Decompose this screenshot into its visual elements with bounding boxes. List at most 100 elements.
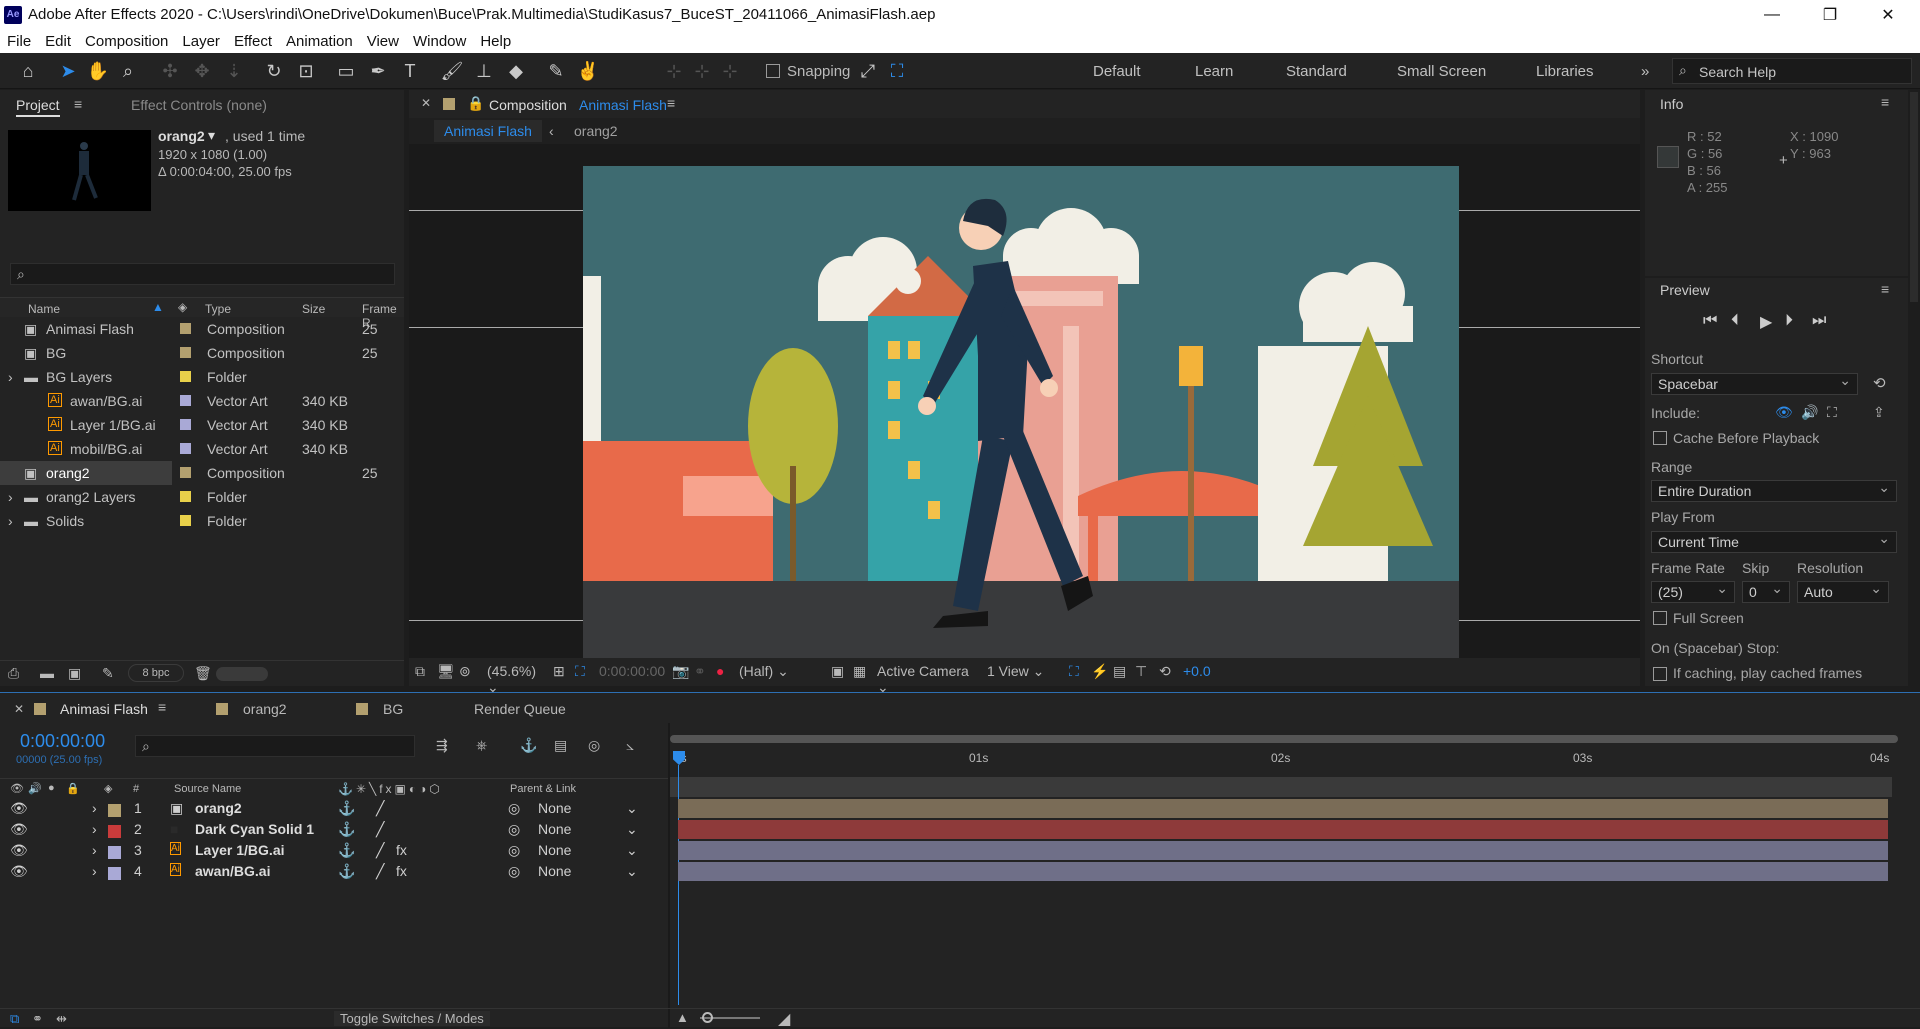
expand-chevron-icon[interactable]: › <box>92 821 97 837</box>
timeline-tab-bg[interactable]: BG <box>383 701 403 717</box>
transfer-controls-icon[interactable]: ⚭ <box>32 1011 43 1027</box>
expand-chevron-icon[interactable]: › <box>8 513 13 529</box>
next-frame-icon[interactable]: ⏵ <box>1785 312 1793 330</box>
workspace-libraries[interactable]: Libraries <box>1536 63 1594 80</box>
menu-window[interactable]: Window <box>406 33 473 50</box>
hand-tool-icon[interactable]: ✋ <box>86 59 110 83</box>
tab-project[interactable]: Project <box>16 97 60 117</box>
full-screen-checkbox[interactable] <box>1653 611 1667 625</box>
reset-exposure-icon[interactable]: ⟲ <box>1159 663 1171 680</box>
first-frame-icon[interactable]: ⏮ <box>1703 312 1717 330</box>
work-area-bar[interactable] <box>670 735 1898 743</box>
label-color-swatch[interactable] <box>180 515 191 526</box>
show-snapshot-icon[interactable]: ⚭ <box>694 663 706 680</box>
skip-dropdown[interactable]: 0 <box>1742 580 1790 603</box>
panel-menu-icon[interactable]: ≡ <box>74 96 82 112</box>
parent-dropdown[interactable]: None <box>538 800 571 816</box>
rectangle-tool-icon[interactable]: ▭ <box>334 59 358 83</box>
view-axis-icon[interactable]: ⊹ <box>718 59 742 83</box>
label-color-swatch[interactable] <box>180 347 191 358</box>
col-parent-link[interactable]: Parent & Link <box>510 783 576 795</box>
shy-switch-icon[interactable]: ⚓ <box>338 800 355 817</box>
trash-icon[interactable]: 🗑 <box>194 665 212 682</box>
project-item[interactable]: › ▬ orang2 Layers Folder <box>0 485 380 509</box>
fx-switch-icon[interactable]: fx <box>396 863 407 879</box>
orbit-camera-icon[interactable]: ✣ <box>158 59 182 83</box>
view-layout-dropdown[interactable]: 1 View ⌄ <box>987 663 1059 680</box>
vr-icon[interactable]: ⊚ <box>459 663 471 680</box>
lock-icon[interactable]: 🔒 <box>467 95 484 112</box>
label-color-swatch[interactable] <box>180 395 191 406</box>
region-icon[interactable]: ⛶ <box>575 663 585 680</box>
always-preview-icon[interactable]: ⧉ <box>415 663 425 680</box>
cache-checkbox[interactable] <box>1653 431 1667 445</box>
restore-icon[interactable]: ❐ <box>1801 0 1859 29</box>
project-item[interactable]: ▣ Animasi Flash Composition 25 <box>0 317 380 341</box>
eye-icon[interactable]: 👁 <box>10 821 28 838</box>
expand-chevron-icon[interactable]: › <box>92 863 97 879</box>
prev-frame-icon[interactable]: ⏴ <box>1731 312 1739 330</box>
pickwhip-icon[interactable]: ◎ <box>508 800 520 817</box>
menu-layer[interactable]: Layer <box>175 33 227 50</box>
workspace-learn[interactable]: Learn <box>1195 63 1233 80</box>
grid-icon[interactable]: ⊞ <box>553 663 565 680</box>
more-workspaces-icon[interactable]: » <box>1641 63 1649 80</box>
workspace-standard[interactable]: Standard <box>1286 63 1347 80</box>
fx-switch-icon[interactable]: fx <box>396 842 407 858</box>
col-size[interactable]: Size <box>302 302 325 316</box>
right-scrollbar[interactable] <box>1910 92 1918 302</box>
reset-icon[interactable]: ⟲ <box>1873 374 1886 392</box>
shy-switch-icon[interactable]: ⚓ <box>338 821 355 838</box>
world-axis-icon[interactable]: ⊹ <box>690 59 714 83</box>
comp-current-time[interactable]: 0:00:00:00 <box>599 663 665 679</box>
project-item[interactable]: Ai awan/BG.ai Vector Art 340 KB <box>0 389 380 413</box>
project-item[interactable]: › ▬ Solids Folder <box>0 509 380 533</box>
anchor-tool-icon[interactable]: ⊡ <box>294 59 318 83</box>
play-icon[interactable]: ▶ <box>1760 312 1772 332</box>
pen-tool-icon[interactable]: ✒ <box>366 59 390 83</box>
quality-switch-icon[interactable]: ╱ <box>376 800 384 817</box>
brush-tool-icon[interactable]: 🖌 <box>440 59 464 83</box>
label-color-swatch[interactable] <box>180 467 191 478</box>
label-color-swatch[interactable] <box>180 323 191 334</box>
shy-layers-icon[interactable]: ⚓ <box>520 737 537 754</box>
breadcrumb-orang2[interactable]: orang2 <box>574 123 618 139</box>
timeline-tab-orang2[interactable]: orang2 <box>243 701 287 717</box>
menu-file[interactable]: File <box>0 33 38 50</box>
menu-view[interactable]: View <box>360 33 406 50</box>
adjust-settings-icon[interactable]: ✎ <box>102 665 114 682</box>
project-item[interactable]: ▣ orang2 Composition 25 <box>0 461 378 485</box>
label-color-swatch[interactable] <box>180 443 191 454</box>
layer-duration-bar[interactable] <box>678 841 1888 860</box>
local-axis-icon[interactable]: ⊹ <box>662 59 686 83</box>
fast-preview-icon[interactable]: ⚡ <box>1091 663 1108 680</box>
snap-edges-icon[interactable]: ⛶ <box>885 59 909 83</box>
range-dropdown[interactable]: Entire Duration <box>1651 479 1897 502</box>
search-help-box[interactable]: ⌕ Search Help <box>1672 58 1912 84</box>
zoom-tool-icon[interactable]: ⌕ <box>116 59 140 83</box>
parent-dropdown[interactable]: None <box>538 863 571 879</box>
menu-help[interactable]: Help <box>473 33 518 50</box>
parent-dropdown[interactable]: None <box>538 821 571 837</box>
label-color-swatch[interactable] <box>180 491 191 502</box>
frame-blending-icon[interactable]: ▤ <box>554 737 567 754</box>
toggle-pixel-icon[interactable]: ⛶ <box>1069 663 1079 680</box>
eye-icon[interactable]: 👁 <box>10 842 28 859</box>
panel-menu-icon[interactable]: ≡ <box>1881 94 1889 110</box>
dropdown-arrow-icon[interactable]: ⌄ <box>626 863 638 880</box>
workspace-small-screen[interactable]: Small Screen <box>1397 63 1486 80</box>
exposure-value[interactable]: +0.0 <box>1183 663 1211 679</box>
new-folder-icon[interactable]: ▬ <box>40 665 54 681</box>
quality-switch-icon[interactable]: ╱ <box>376 863 384 880</box>
snap-options-icon[interactable]: ⤢ <box>856 59 880 83</box>
snapshot-icon[interactable]: 📷 <box>672 663 689 680</box>
dropdown-arrow-icon[interactable]: ⌄ <box>626 842 638 859</box>
composition-viewer[interactable] <box>583 166 1459 658</box>
resolution-dropdown[interactable]: (Half) ⌄ <box>739 663 821 680</box>
layer-row[interactable]: 👁 › 1 ▣ orang2 ⚓ ╱ ◎ None ⌄ <box>0 798 670 819</box>
layer-row[interactable]: 👁 › 2 ■ Dark Cyan Solid 1 ⚓ ╱ ◎ None ⌄ <box>0 819 670 840</box>
sort-arrow-icon[interactable]: ▲ <box>152 300 164 314</box>
col-name[interactable]: Name <box>28 302 60 316</box>
timeline-search-input[interactable]: ⌕ <box>135 735 415 757</box>
scroll-thumb[interactable] <box>216 667 268 681</box>
